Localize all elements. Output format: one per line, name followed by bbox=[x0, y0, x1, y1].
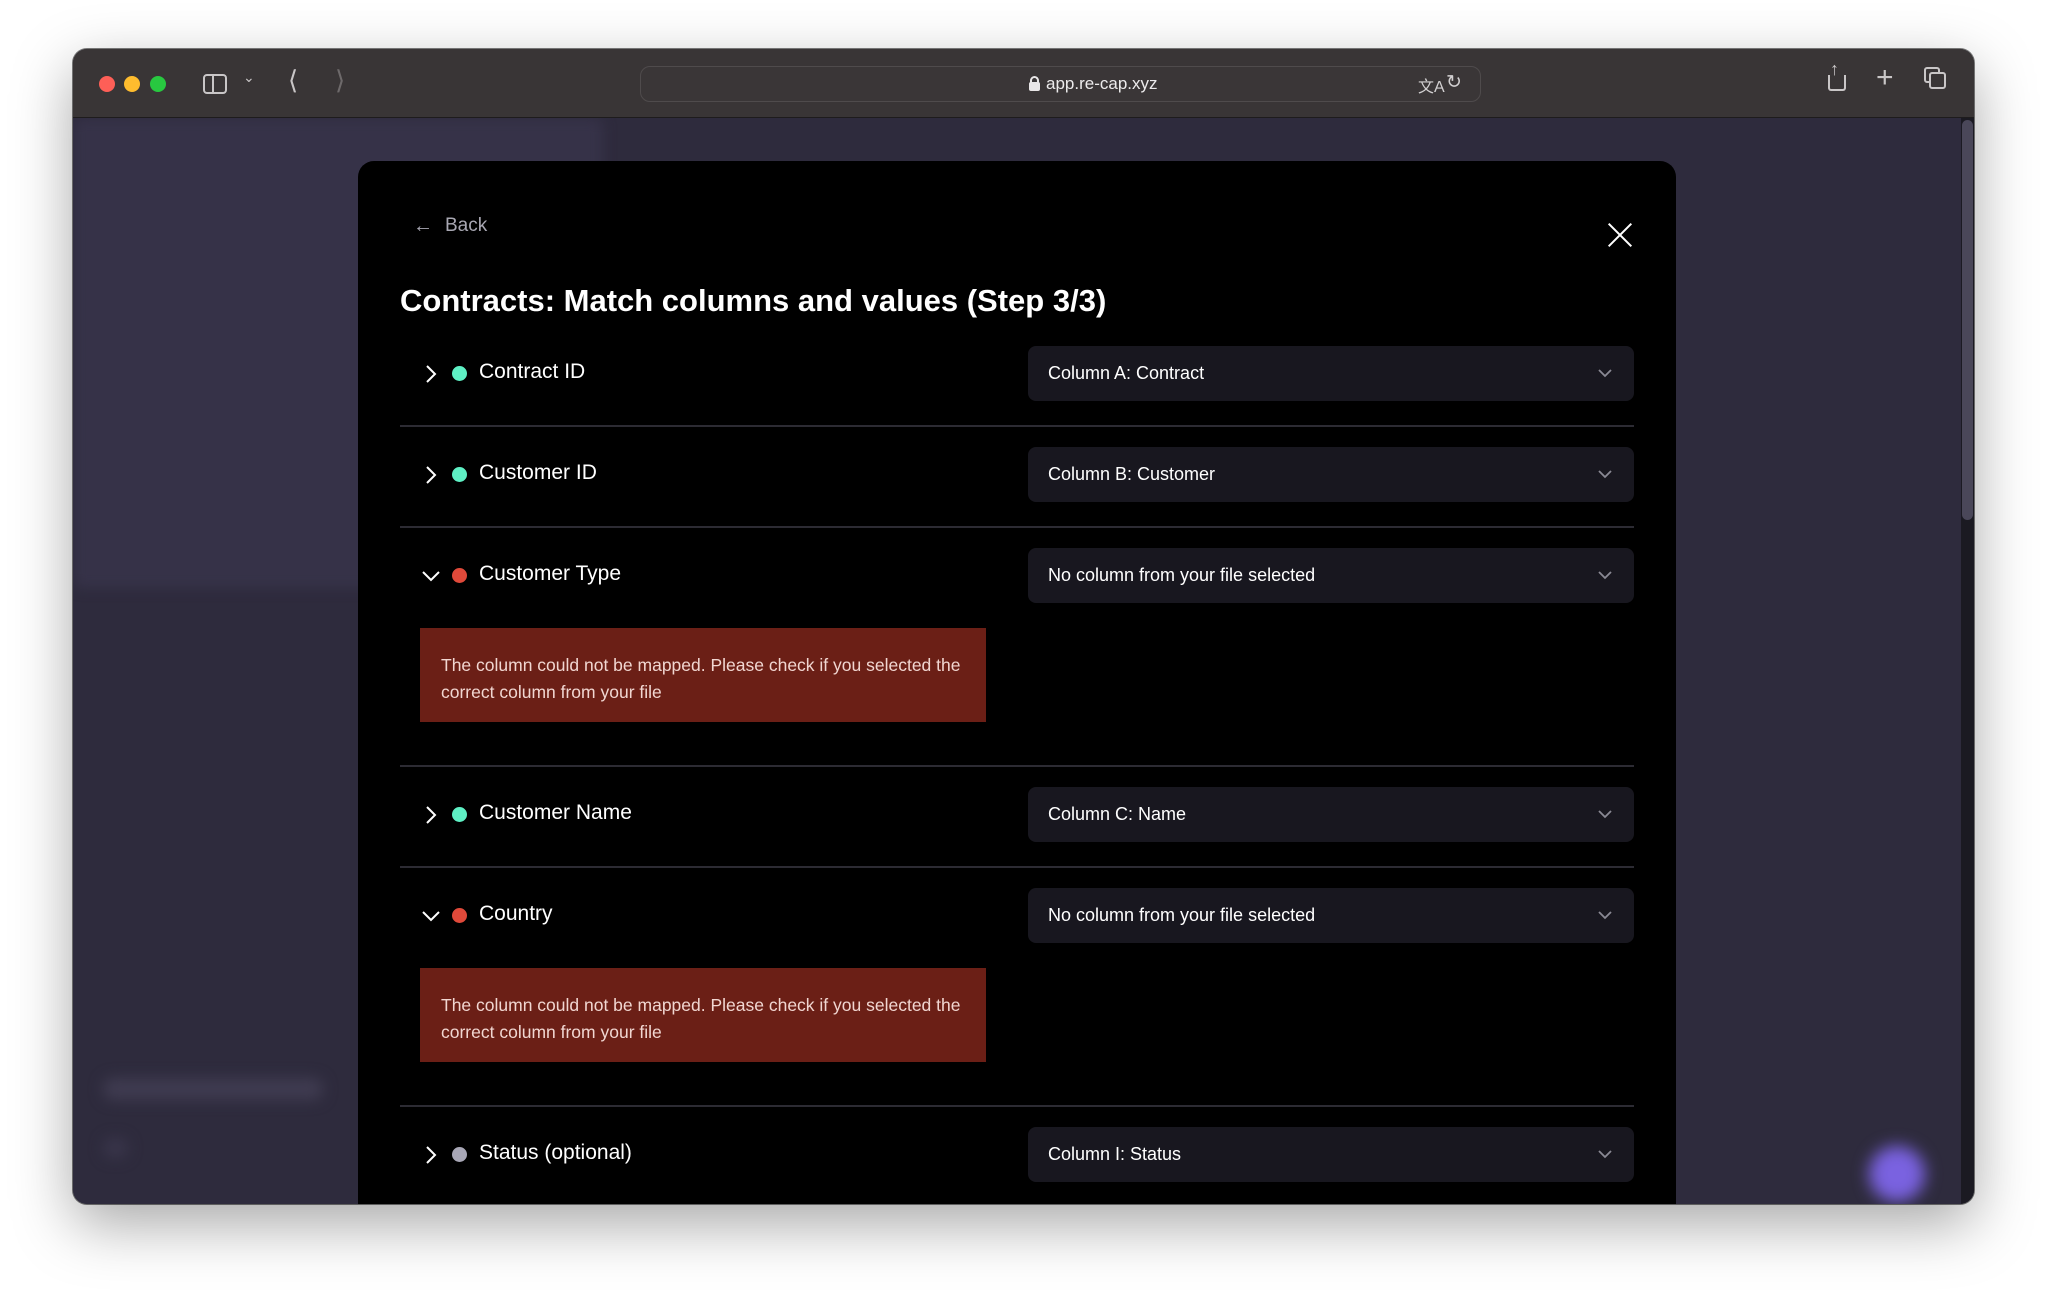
column-select-value: No column from your file selected bbox=[1048, 905, 1316, 925]
row-divider bbox=[400, 866, 1634, 868]
browser-window: ⌄ ⟨ ⟩ app.re-cap.xyz 文A ↻ ↑ + ← Back Con… bbox=[73, 49, 1974, 1204]
chevron-right-icon[interactable] bbox=[420, 1144, 442, 1166]
error-message: The column could not be mapped. Please c… bbox=[420, 628, 986, 722]
url-text: app.re-cap.xyz bbox=[1046, 74, 1158, 93]
status-dot bbox=[452, 1147, 467, 1162]
status-dot bbox=[452, 908, 467, 923]
column-select[interactable]: Column A: Contract bbox=[1028, 346, 1634, 401]
page-viewport: ← Back Contracts: Match columns and valu… bbox=[73, 118, 1974, 1204]
column-select-value: Column B: Customer bbox=[1048, 464, 1216, 484]
field-row-header: Country No column from your file selecte… bbox=[400, 888, 1634, 943]
field-row-header: Status (optional) Column I: Status bbox=[400, 1127, 1634, 1182]
field-row-header: Customer Type No column from your file s… bbox=[400, 548, 1634, 603]
scrollbar-thumb[interactable] bbox=[1962, 120, 1973, 520]
sidebar-footer-blurred bbox=[103, 1078, 323, 1100]
new-tab-icon[interactable]: + bbox=[1876, 61, 1894, 95]
field-label: Country bbox=[479, 902, 553, 925]
row-divider bbox=[400, 1105, 1634, 1107]
status-dot bbox=[452, 366, 467, 381]
column-select-value: Column I: Status bbox=[1048, 1144, 1182, 1164]
field-label: Customer ID bbox=[479, 461, 597, 484]
chevron-right-icon[interactable] bbox=[420, 464, 442, 486]
chevron-down-icon bbox=[1596, 906, 1614, 924]
field-row-header: Customer Name Column C: Name bbox=[400, 787, 1634, 842]
tab-overview-icon[interactable] bbox=[1924, 67, 1948, 91]
sidebar-toggle-icon[interactable] bbox=[203, 74, 227, 94]
status-dot bbox=[452, 568, 467, 583]
field-row-header: Customer ID Column B: Customer bbox=[400, 447, 1634, 502]
back-icon[interactable]: ⟨ bbox=[288, 65, 298, 96]
back-label: Back bbox=[445, 215, 488, 236]
close-icon[interactable] bbox=[1606, 221, 1634, 249]
chat-button[interactable] bbox=[1869, 1146, 1925, 1202]
translate-icon[interactable]: 文A bbox=[1418, 73, 1445, 97]
field-label: Customer Type bbox=[479, 562, 622, 585]
column-select-value: Column A: Contract bbox=[1048, 363, 1205, 383]
sidebar-footer-icon-blurred bbox=[103, 1138, 128, 1158]
status-dot bbox=[452, 807, 467, 822]
column-mapping-modal: ← Back Contracts: Match columns and valu… bbox=[358, 161, 1676, 1204]
column-select[interactable]: No column from your file selected bbox=[1028, 548, 1634, 603]
maximize-window-button[interactable] bbox=[150, 76, 166, 92]
column-select-value: No column from your file selected bbox=[1048, 565, 1316, 585]
field-label: Status (optional) bbox=[479, 1141, 632, 1164]
status-dot bbox=[452, 467, 467, 482]
chevron-down-icon bbox=[1596, 465, 1614, 483]
row-divider bbox=[400, 425, 1634, 427]
chevron-right-icon[interactable] bbox=[420, 804, 442, 826]
row-divider bbox=[400, 765, 1634, 767]
field-row-header: Contract ID Column A: Contract bbox=[400, 346, 1634, 401]
row-divider bbox=[400, 526, 1634, 528]
arrow-left-icon: ← bbox=[413, 215, 433, 237]
lock-icon bbox=[1029, 76, 1040, 91]
column-select[interactable]: No column from your file selected bbox=[1028, 888, 1634, 943]
error-message: The column could not be mapped. Please c… bbox=[420, 968, 986, 1062]
chevron-right-icon[interactable] bbox=[420, 363, 442, 385]
forward-icon[interactable]: ⟩ bbox=[335, 65, 345, 96]
chevron-down-icon bbox=[1596, 805, 1614, 823]
address-bar[interactable]: app.re-cap.xyz 文A ↻ bbox=[640, 66, 1481, 102]
chevron-down-icon[interactable]: ⌄ bbox=[243, 69, 255, 86]
chevron-down-icon bbox=[1596, 364, 1614, 382]
chevron-down-icon[interactable] bbox=[420, 565, 442, 587]
column-select[interactable]: Column B: Customer bbox=[1028, 447, 1634, 502]
modal-title: Contracts: Match columns and values (Ste… bbox=[400, 283, 1107, 318]
chevron-down-icon bbox=[1596, 1145, 1614, 1163]
chevron-down-icon bbox=[1596, 566, 1614, 584]
field-label: Contract ID bbox=[479, 360, 586, 383]
back-button[interactable]: ← Back bbox=[413, 215, 487, 237]
close-window-button[interactable] bbox=[99, 76, 115, 92]
chevron-down-icon[interactable] bbox=[420, 905, 442, 927]
browser-toolbar: ⌄ ⟨ ⟩ app.re-cap.xyz 文A ↻ ↑ + bbox=[73, 49, 1974, 118]
minimize-window-button[interactable] bbox=[124, 76, 140, 92]
column-select[interactable]: Column C: Name bbox=[1028, 787, 1634, 842]
reload-icon[interactable]: ↻ bbox=[1446, 71, 1462, 94]
field-label: Customer Name bbox=[479, 801, 632, 824]
column-select[interactable]: Column I: Status bbox=[1028, 1127, 1634, 1182]
column-select-value: Column C: Name bbox=[1048, 804, 1187, 824]
